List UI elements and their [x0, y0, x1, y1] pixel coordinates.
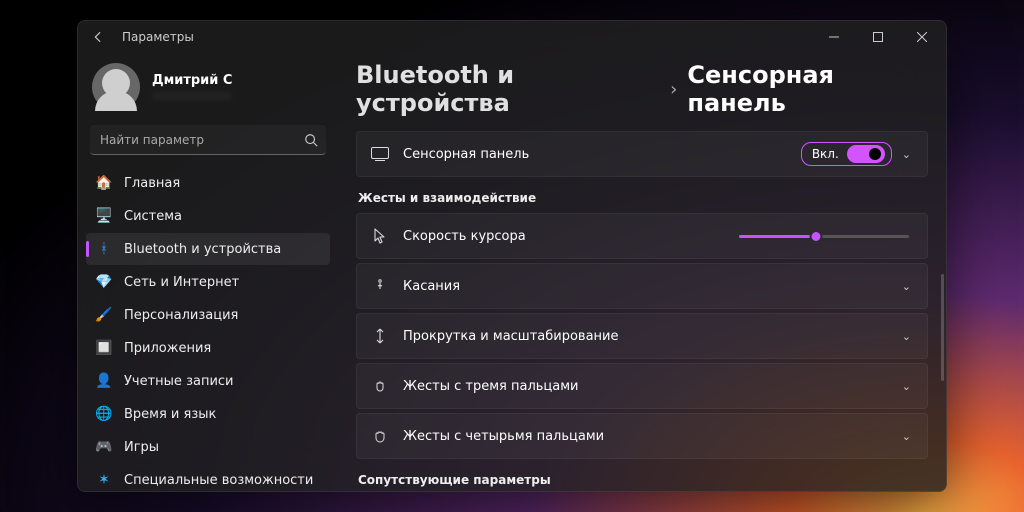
close-icon — [917, 32, 927, 42]
scroll-zoom-label: Прокрутка и масштабирование — [403, 329, 886, 344]
search-box[interactable] — [90, 125, 326, 155]
window-title: Параметры — [122, 30, 194, 44]
search-input[interactable] — [90, 125, 326, 155]
network-icon: 💎 — [96, 274, 112, 290]
settings-window: Параметры Дмитрий С 🏠Г — [77, 20, 947, 492]
maximize-icon — [873, 32, 883, 42]
scroll-icon — [371, 328, 389, 344]
profile-block[interactable]: Дмитрий С — [86, 57, 330, 125]
touchpad-label: Сенсорная панель — [403, 147, 787, 162]
sidebar-item-label: Игры — [124, 440, 159, 455]
section-related-title: Сопутствующие параметры — [358, 473, 926, 487]
cursor-speed-row: Скорость курсора — [356, 213, 928, 259]
three-finger-label: Жесты с тремя пальцами — [403, 379, 886, 394]
home-icon: 🏠 — [96, 175, 112, 191]
touchpad-toggle-frame: Вкл. — [801, 142, 892, 166]
system-icon: 🖥️ — [96, 208, 112, 224]
slider-fill — [739, 235, 816, 238]
sidebar-item-label: Время и язык — [124, 407, 216, 422]
sidebar-item-label: Персонализация — [124, 308, 238, 323]
sidebar-item-label: Сеть и Интернет — [124, 275, 239, 290]
sidebar-item-home[interactable]: 🏠 Главная — [86, 167, 330, 199]
sidebar-item-bluetooth[interactable]: ᚼ Bluetooth и устройства — [86, 233, 330, 265]
brush-icon: 🖌️ — [96, 307, 112, 323]
avatar — [92, 63, 140, 111]
sidebar-item-accessibility[interactable]: ✶ Специальные возможности — [86, 464, 330, 491]
apps-icon: 🔲 — [96, 340, 112, 356]
accessibility-icon: ✶ — [96, 472, 112, 488]
taps-label: Касания — [403, 279, 886, 294]
four-finger-row[interactable]: Жесты с четырьмя пальцами ⌄ — [356, 413, 928, 459]
four-finger-label: Жесты с четырьмя пальцами — [403, 429, 886, 444]
sidebar-item-label: Bluetooth и устройства — [124, 242, 281, 257]
content-area: Bluetooth и устройства › Сенсорная панел… — [338, 53, 946, 491]
chevron-down-icon[interactable]: ⌄ — [900, 380, 913, 393]
cursor-icon — [371, 228, 389, 244]
profile-email — [152, 91, 232, 101]
back-button[interactable] — [88, 27, 108, 47]
globe-icon: 🌐 — [96, 406, 112, 422]
section-gestures-title: Жесты и взаимодействие — [358, 191, 926, 205]
sidebar-item-personalization[interactable]: 🖌️ Персонализация — [86, 299, 330, 331]
sidebar-item-label: Главная — [124, 176, 180, 191]
chevron-right-icon: › — [670, 79, 677, 100]
sidebar-item-time-language[interactable]: 🌐 Время и язык — [86, 398, 330, 430]
window-controls — [812, 22, 944, 52]
chevron-down-icon[interactable]: ⌄ — [900, 280, 913, 293]
breadcrumb: Bluetooth и устройства › Сенсорная панел… — [356, 61, 928, 117]
tap-icon — [371, 278, 389, 294]
breadcrumb-parent[interactable]: Bluetooth и устройства — [356, 61, 660, 117]
sidebar-item-gaming[interactable]: 🎮 Игры — [86, 431, 330, 463]
sidebar-item-label: Специальные возможности — [124, 473, 313, 488]
chevron-down-icon[interactable]: ⌄ — [900, 430, 913, 443]
touchpad-toggle[interactable] — [847, 145, 885, 163]
minimize-icon — [829, 32, 839, 42]
slider-thumb[interactable] — [809, 230, 822, 243]
minimize-button[interactable] — [812, 22, 856, 52]
cursor-speed-label: Скорость курсора — [403, 229, 725, 244]
chevron-down-icon[interactable]: ⌄ — [900, 330, 913, 343]
sidebar-item-network[interactable]: 💎 Сеть и Интернет — [86, 266, 330, 298]
chevron-down-icon[interactable]: ⌄ — [900, 148, 913, 161]
sidebar: Дмитрий С 🏠 Главная 🖥️ Система ᚼ Bluetooth … — [78, 53, 338, 491]
toggle-state-label: Вкл. — [812, 147, 839, 161]
sidebar-item-system[interactable]: 🖥️ Система — [86, 200, 330, 232]
nav-list: 🏠 Главная 🖥️ Система ᚼ Bluetooth и устройст… — [86, 167, 330, 491]
sidebar-item-label: Система — [124, 209, 182, 224]
scroll-zoom-row[interactable]: Прокрутка и масштабирование ⌄ — [356, 313, 928, 359]
four-finger-icon — [371, 428, 389, 444]
titlebar: Параметры — [78, 21, 946, 53]
bluetooth-icon: ᚼ — [96, 241, 112, 257]
sidebar-item-accounts[interactable]: 👤 Учетные записи — [86, 365, 330, 397]
sidebar-item-apps[interactable]: 🔲 Приложения — [86, 332, 330, 364]
three-finger-icon — [371, 378, 389, 394]
gamepad-icon: 🎮 — [96, 439, 112, 455]
arrow-left-icon — [91, 30, 105, 44]
taps-row[interactable]: Касания ⌄ — [356, 263, 928, 309]
profile-name: Дмитрий С — [152, 73, 232, 88]
three-finger-row[interactable]: Жесты с тремя пальцами ⌄ — [356, 363, 928, 409]
sidebar-item-label: Учетные записи — [124, 374, 234, 389]
maximize-button[interactable] — [856, 22, 900, 52]
scrollbar[interactable] — [941, 113, 944, 471]
touchpad-master-card[interactable]: Сенсорная панель Вкл. ⌄ — [356, 131, 928, 177]
person-icon: 👤 — [96, 373, 112, 389]
cursor-speed-slider[interactable] — [739, 235, 909, 238]
touchpad-icon — [371, 147, 389, 161]
breadcrumb-current: Сенсорная панель — [687, 61, 928, 117]
close-button[interactable] — [900, 22, 944, 52]
sidebar-item-label: Приложения — [124, 341, 211, 356]
